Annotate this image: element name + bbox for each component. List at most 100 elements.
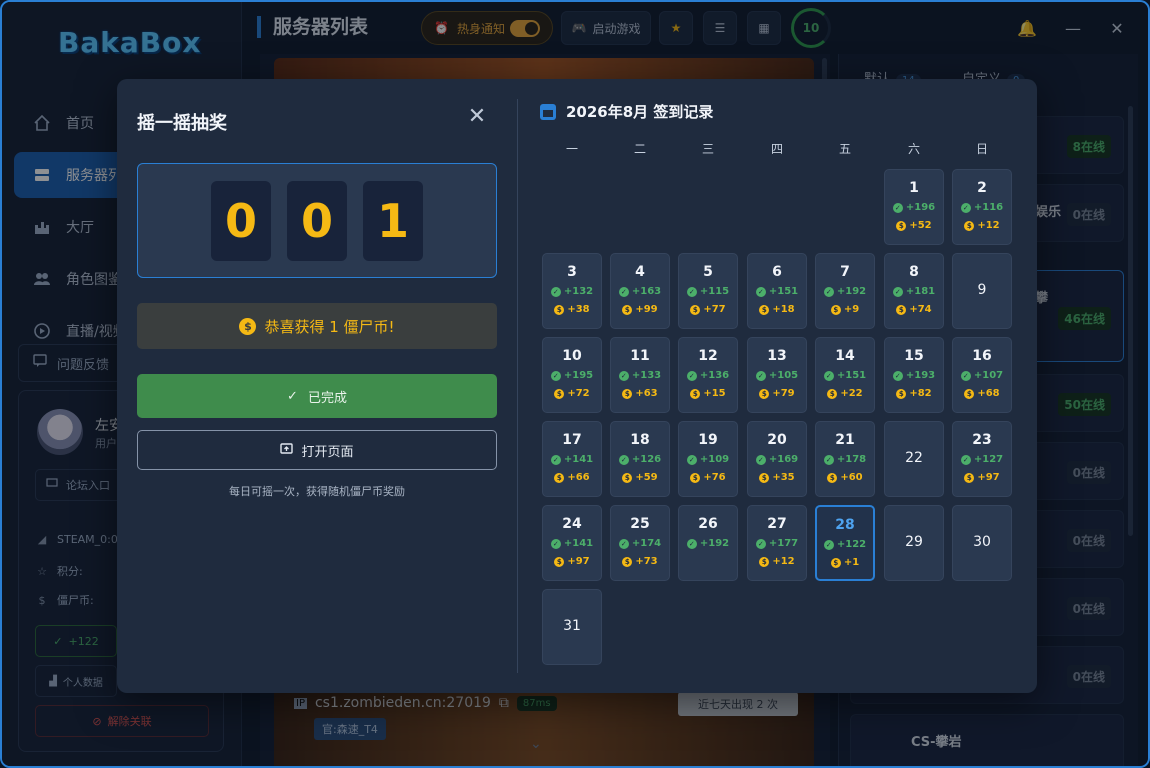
check-icon: ✓: [755, 454, 766, 465]
points-value: +132: [563, 286, 594, 297]
coin-value: +1: [843, 557, 860, 568]
day-number: 23: [972, 432, 992, 448]
check-icon: ✓: [755, 538, 766, 549]
day-number: 18: [630, 432, 650, 448]
coin-icon: $: [554, 388, 565, 399]
calendar-day[interactable]: 20 ✓ +169 $ +35: [747, 421, 807, 497]
points-value: +107: [973, 370, 1004, 381]
coin-value: +12: [977, 220, 1000, 231]
points-value: +193: [905, 370, 936, 381]
day-number: 5: [703, 264, 713, 280]
calendar-day[interactable]: 15 ✓ +193 $ +82: [884, 337, 944, 413]
calendar-day[interactable]: 28 ✓ +122 $ +1: [815, 505, 875, 581]
points-reward: ✓ +115: [679, 286, 737, 297]
check-icon: ✓: [823, 539, 834, 550]
check-icon: ✓: [960, 370, 971, 381]
calendar-day[interactable]: 16 ✓ +107 $ +68: [952, 337, 1012, 413]
coin-reward: $ +59: [611, 472, 669, 483]
reward-text: 恭喜获得 1 僵尸币!: [264, 317, 395, 336]
coin-value: +52: [909, 220, 932, 231]
calendar-day[interactable]: 31: [542, 589, 602, 665]
coin-reward: $ +12: [953, 220, 1011, 231]
check-icon: ✓: [550, 370, 561, 381]
calendar-day[interactable]: 25 ✓ +174 $ +73: [610, 505, 670, 581]
check-icon: ✓: [550, 538, 561, 549]
points-reward: ✓ +132: [543, 286, 601, 297]
calendar-day[interactable]: 27 ✓ +177 $ +12: [747, 505, 807, 581]
points-reward: ✓ +141: [543, 454, 601, 465]
coin-icon: $: [759, 556, 770, 567]
calendar-day[interactable]: 18 ✓ +126 $ +59: [610, 421, 670, 497]
check-icon: ✓: [823, 370, 834, 381]
slot-machine: 0 0 1: [137, 163, 497, 278]
calendar-day[interactable]: 12 ✓ +136 $ +15: [678, 337, 738, 413]
coin-value: +35: [772, 472, 795, 483]
coin-value: +59: [635, 472, 658, 483]
points-value: +177: [768, 538, 799, 549]
calendar-day[interactable]: 7 ✓ +192 $ +9: [815, 253, 875, 329]
calendar-day[interactable]: 22: [884, 421, 944, 497]
weekday-label: 二: [633, 142, 646, 156]
coin-reward: $ +12: [748, 556, 806, 567]
coin-icon: $: [759, 304, 770, 315]
calendar-day[interactable]: 1 ✓ +196 $ +52: [884, 169, 944, 245]
calendar-day[interactable]: 11 ✓ +133 $ +63: [610, 337, 670, 413]
coin-icon: $: [622, 388, 633, 399]
day-number: 16: [972, 348, 992, 364]
points-value: +195: [563, 370, 594, 381]
day-number: 15: [904, 348, 924, 364]
points-value: +126: [631, 454, 662, 465]
coin-value: +63: [635, 388, 658, 399]
calendar-day[interactable]: 23 ✓ +127 $ +97: [952, 421, 1012, 497]
check-icon: ✓: [755, 286, 766, 297]
day-number: 9: [977, 282, 987, 298]
coin-icon: $: [759, 472, 770, 483]
calendar-day[interactable]: 21 ✓ +178 $ +60: [815, 421, 875, 497]
calendar-day[interactable]: 2 ✓ +116 $ +12: [952, 169, 1012, 245]
points-reward: ✓ +192: [679, 538, 737, 549]
day-number: 1: [909, 180, 919, 196]
calendar-day[interactable]: 8 ✓ +181 $ +74: [884, 253, 944, 329]
check-icon: ✓: [823, 286, 834, 297]
points-value: +163: [631, 286, 662, 297]
open-page-button[interactable]: 打开页面: [137, 430, 497, 470]
calendar-day[interactable]: 10 ✓ +195 $ +72: [542, 337, 602, 413]
calendar-day[interactable]: 3 ✓ +132 $ +38: [542, 253, 602, 329]
calendar-day[interactable]: 4 ✓ +163 $ +99: [610, 253, 670, 329]
lottery-dialog: 摇一摇抽奖 ✕ 0 0 1 $ 恭喜获得 1 僵尸币! ✓ 已完成 打开页面 每…: [117, 79, 1037, 693]
coin-reward: $ +9: [816, 304, 874, 315]
coin-value: +15: [703, 388, 726, 399]
dialog-title: 摇一摇抽奖: [137, 113, 227, 134]
calendar-day[interactable]: 6 ✓ +151 $ +18: [747, 253, 807, 329]
points-reward: ✓ +141: [543, 538, 601, 549]
calendar-day[interactable]: 5 ✓ +115 $ +77: [678, 253, 738, 329]
slot-digit: 0: [211, 181, 271, 261]
weekday-label: 日: [975, 142, 988, 156]
coin-icon: $: [554, 304, 565, 315]
check-icon: ✓: [686, 370, 697, 381]
calendar-day[interactable]: 13 ✓ +105 $ +79: [747, 337, 807, 413]
coin-icon: $: [896, 304, 907, 315]
points-value: +136: [699, 370, 730, 381]
coin-icon: $: [830, 557, 841, 568]
points-reward: ✓ +127: [953, 454, 1011, 465]
coin-value: +99: [635, 304, 658, 315]
completed-button[interactable]: ✓ 已完成: [137, 374, 497, 418]
points-value: +109: [699, 454, 730, 465]
calendar-day[interactable]: 30: [952, 505, 1012, 581]
coin-reward: $ +77: [679, 304, 737, 315]
calendar-day[interactable]: 17 ✓ +141 $ +66: [542, 421, 602, 497]
calendar-day[interactable]: 19 ✓ +109 $ +76: [678, 421, 738, 497]
close-icon[interactable]: ✕: [465, 105, 489, 129]
check-icon: ✓: [550, 454, 561, 465]
coin-value: +12: [772, 556, 795, 567]
calendar-day[interactable]: 24 ✓ +141 $ +97: [542, 505, 602, 581]
points-value: +133: [631, 370, 662, 381]
calendar-day[interactable]: 14 ✓ +151 $ +22: [815, 337, 875, 413]
calendar-day[interactable]: 29: [884, 505, 944, 581]
day-number: 12: [698, 348, 718, 364]
calendar-day[interactable]: 26 ✓ +192: [678, 505, 738, 581]
points-value: +122: [836, 539, 867, 550]
coin-icon: $: [622, 472, 633, 483]
calendar-day[interactable]: 9: [952, 253, 1012, 329]
